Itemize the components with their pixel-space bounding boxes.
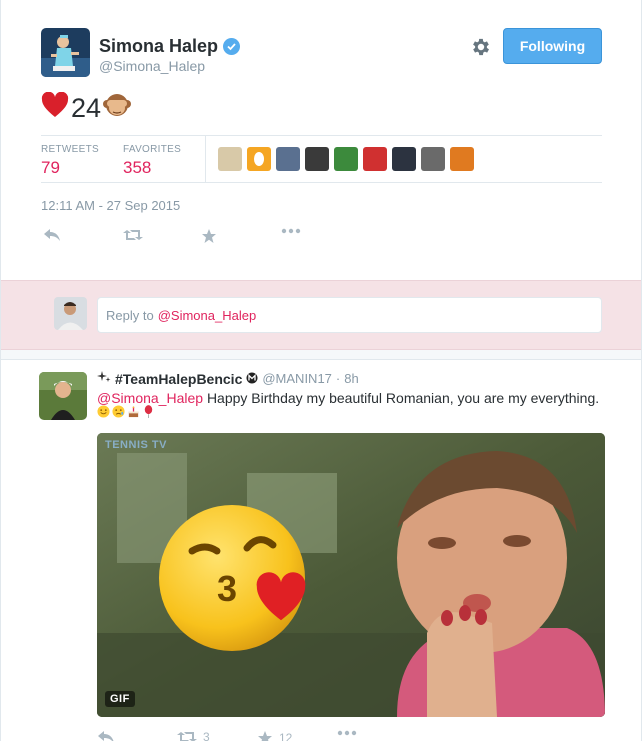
tweet-text-value: 24 bbox=[71, 92, 102, 123]
reply-input-prefix: Reply to bbox=[106, 307, 154, 323]
birthday-cake-icon bbox=[128, 406, 139, 418]
author-handle[interactable]: @Simona_Halep bbox=[99, 58, 205, 74]
reply-input-mention: @Simona_Halep bbox=[157, 307, 257, 323]
tweet-card: Simona Halep @Simona_Halep Following 24 bbox=[1, 0, 641, 741]
favoriter-avatar[interactable] bbox=[276, 147, 300, 171]
favorite-icon bbox=[258, 731, 272, 741]
author-name-text[interactable]: Simona Halep bbox=[99, 36, 218, 57]
smiling-face-icon bbox=[97, 405, 110, 418]
reply-mention[interactable]: @Simona_Halep bbox=[97, 390, 203, 406]
retweet-icon bbox=[177, 732, 197, 741]
retweet-button[interactable]: 3 bbox=[177, 730, 210, 741]
reply-media-gif[interactable]: 3 TENNIS TV GIF bbox=[97, 433, 605, 717]
reply-author-name[interactable]: #TeamHalepBencic bbox=[115, 371, 242, 387]
emblem-icon bbox=[246, 371, 258, 387]
reply-input[interactable]: Reply to @Simona_Halep bbox=[97, 297, 602, 333]
verified-badge-icon bbox=[223, 38, 241, 55]
more-icon[interactable] bbox=[281, 228, 301, 234]
current-user-avatar bbox=[54, 297, 87, 330]
media-watermark: TENNIS TV bbox=[105, 439, 167, 451]
retweets-stat[interactable]: RETWEETS 79 bbox=[41, 144, 99, 178]
favoriter-avatars bbox=[218, 147, 474, 171]
favoriter-avatar[interactable] bbox=[334, 147, 358, 171]
reply-separator: · bbox=[335, 371, 341, 386]
reply-author-avatar[interactable] bbox=[39, 372, 87, 420]
favorites-stat[interactable]: FAVORITES 358 bbox=[123, 144, 181, 178]
favoriter-avatar[interactable] bbox=[421, 147, 445, 171]
author-name[interactable]: Simona Halep bbox=[99, 36, 241, 57]
favoriter-avatar[interactable] bbox=[363, 147, 387, 171]
favorites-count[interactable]: 358 bbox=[123, 158, 181, 178]
favorites-label: FAVORITES bbox=[123, 144, 182, 155]
balloon-icon bbox=[144, 405, 153, 418]
tweet-stats: RETWEETS 79 FAVORITES 358 bbox=[41, 135, 602, 183]
retweet-icon[interactable] bbox=[123, 228, 143, 242]
svg-text:3: 3 bbox=[217, 568, 237, 609]
favoriter-avatar[interactable] bbox=[305, 147, 329, 171]
gif-preview-image: 3 bbox=[97, 433, 605, 717]
reply-body: Happy Birthday my beautiful Romanian, yo… bbox=[206, 390, 600, 406]
reply-composer: Reply to @Simona_Halep bbox=[1, 280, 641, 350]
reply-icon[interactable] bbox=[97, 730, 115, 741]
favorite-button[interactable]: 12 bbox=[257, 730, 292, 741]
favoriter-avatar[interactable] bbox=[392, 147, 416, 171]
favoriter-avatar[interactable] bbox=[450, 147, 474, 171]
following-button[interactable]: Following bbox=[503, 28, 602, 64]
reply-emoji-row bbox=[97, 405, 155, 418]
author-avatar[interactable] bbox=[41, 28, 90, 77]
favoriter-avatar[interactable] bbox=[247, 147, 271, 171]
retweets-label: RETWEETS bbox=[41, 144, 99, 155]
retweets-count[interactable]: 79 bbox=[41, 158, 99, 178]
favorite-icon[interactable] bbox=[201, 228, 217, 244]
favoriter-avatar[interactable] bbox=[218, 147, 242, 171]
reply-tweet-text: @Simona_Halep Happy Birthday my beautifu… bbox=[97, 389, 617, 408]
gear-icon[interactable] bbox=[470, 36, 492, 58]
favorite-count: 12 bbox=[279, 731, 293, 741]
reply-time[interactable]: 8h bbox=[344, 371, 358, 386]
heart-emoji-icon bbox=[41, 91, 69, 125]
retweet-count: 3 bbox=[203, 730, 210, 741]
more-icon[interactable] bbox=[337, 730, 357, 736]
reply-icon[interactable] bbox=[43, 228, 61, 242]
see-no-evil-monkey-icon bbox=[103, 91, 132, 126]
reply-tweet-header: #TeamHalepBencic @MANIN17 · 8h bbox=[97, 370, 359, 387]
crying-face-icon bbox=[112, 405, 125, 418]
stats-divider bbox=[205, 136, 206, 182]
gif-badge: GIF bbox=[105, 691, 135, 707]
section-divider bbox=[1, 350, 641, 360]
tweet-timestamp[interactable]: 12:11 AM - 27 Sep 2015 bbox=[41, 198, 180, 213]
tweet-text: 24 bbox=[41, 91, 132, 126]
sparkles-icon bbox=[97, 370, 111, 387]
reply-author-handle[interactable]: @MANIN17 bbox=[262, 371, 332, 386]
